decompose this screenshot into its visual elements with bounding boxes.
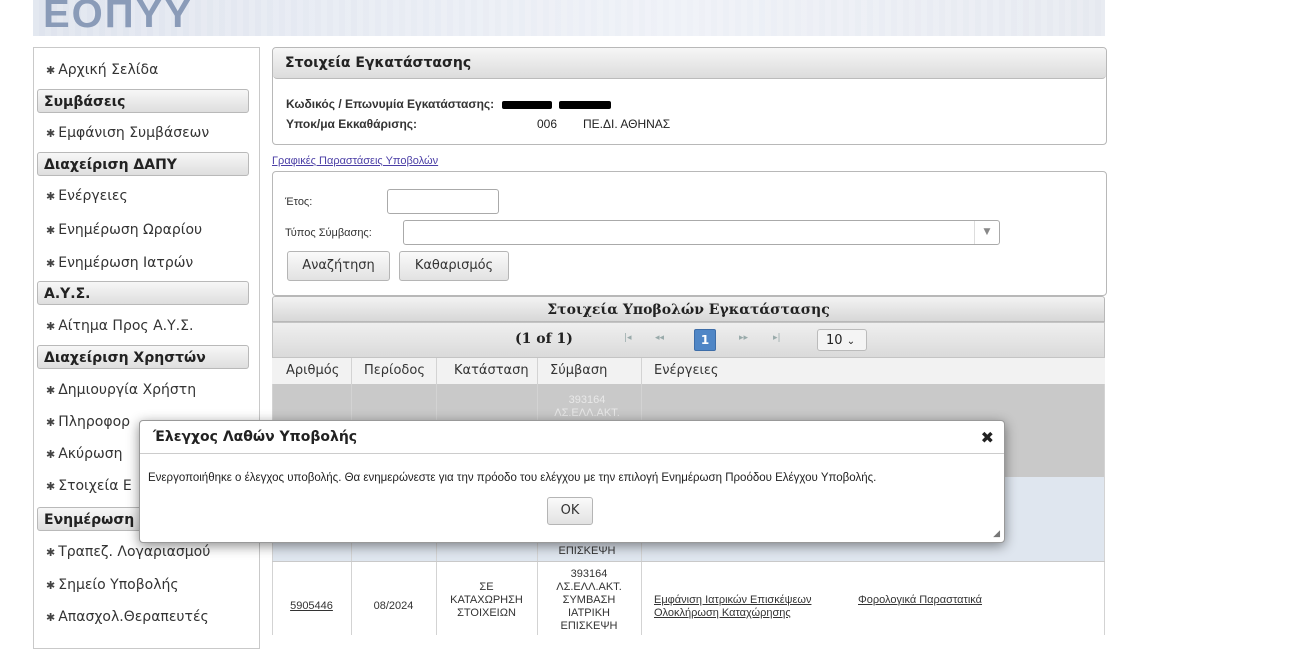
pager: (1 of 1) |◂ ◂◂ 1 ▸▸ ▸| 10 ⌄ xyxy=(272,322,1105,358)
logo: ΕΟΠΥΥ xyxy=(43,0,194,36)
sidebar-item-info[interactable]: ✱ Πληροφορ xyxy=(46,414,130,430)
facility-panel: Στοιχεία Εγκατάστασης Κωδικός / Επωνυμία… xyxy=(272,47,1107,145)
sidebar-item-cancel[interactable]: ✱ Ακύρωση xyxy=(46,446,123,462)
facility-panel-title: Στοιχεία Εγκατάστασης xyxy=(273,48,1106,79)
close-icon[interactable]: ✖ xyxy=(981,428,994,447)
sidebar-item-ays-request[interactable]: ✱ Αίτημα Προς Α.Υ.Σ. xyxy=(46,318,193,334)
sidebar-section-contracts[interactable]: Συμβάσεις xyxy=(37,89,249,113)
sidebar-section-users[interactable]: Διαχείριση Χρηστών xyxy=(37,345,249,369)
row3-period: 08/2024 xyxy=(373,600,414,612)
header-banner: ΕΟΠΥΥ xyxy=(33,0,1105,36)
dialog-title: Έλεγχος Λαθών Υποβολής xyxy=(140,421,1004,454)
row-divider xyxy=(272,561,1105,562)
gear-icon: ✱ xyxy=(46,64,56,77)
dept-name: ΠΕ.ΔΙ. ΑΘΗΝΑΣ xyxy=(583,117,671,131)
col-number[interactable]: Αριθμός xyxy=(286,363,339,378)
sidebar-item-create-user[interactable]: ✱ Δημιουργία Χρήστη xyxy=(46,382,196,398)
col-divider xyxy=(1104,384,1105,635)
charts-link[interactable]: Γραφικές Παραστάσεις Υποβολών xyxy=(272,155,438,167)
sidebar: ✱ Αρχική Σελίδα Συμβάσεις ✱ Εμφάνιση Συμβά… xyxy=(33,47,260,649)
row3-number[interactable]: 5905446 xyxy=(272,600,351,613)
gear-icon: ✱ xyxy=(46,224,56,237)
sidebar-item-submission-point[interactable]: ✱ Σημείο Υποβολής xyxy=(46,577,179,593)
chevron-down-icon: ⌄ xyxy=(846,336,856,347)
sidebar-section-dapy[interactable]: Διαχείριση ΔΑΠΥ xyxy=(37,152,249,176)
gear-icon: ✱ xyxy=(46,416,56,429)
grid-title: Στοιχεία Υποβολών Εγκατάστασης xyxy=(272,296,1105,322)
clear-button[interactable]: Καθαρισμός xyxy=(399,251,509,281)
col-contract[interactable]: Σύμβαση xyxy=(550,363,607,378)
gear-icon: ✱ xyxy=(46,190,56,203)
chevron-down-icon[interactable]: ▼ xyxy=(974,221,999,244)
gear-icon: ✱ xyxy=(46,611,56,624)
gear-icon: ✱ xyxy=(46,579,56,592)
year-label: Έτος: xyxy=(285,196,313,208)
banner-pattern xyxy=(33,0,1105,36)
complete-entry-link[interactable]: Ολοκλήρωση Καταχώρησης xyxy=(654,607,791,619)
contract-type-label: Τύπος Σύμβασης: xyxy=(285,227,372,239)
first-page-icon[interactable]: |◂ xyxy=(624,333,632,343)
gear-icon: ✱ xyxy=(46,546,56,559)
sidebar-item-doctors[interactable]: ✱ Ενημέρωση Ιατρών xyxy=(46,255,193,271)
prev-page-icon[interactable]: ◂◂ xyxy=(655,333,664,343)
col-actions: Ενέργειες xyxy=(654,363,719,378)
table-header: Αριθμός Περίοδος Κατάσταση Σύμβαση Ενέργ… xyxy=(272,358,1105,385)
resize-handle-icon[interactable]: ◢ xyxy=(993,529,1000,539)
row3-status: ΣΕ ΚΑΤΑΧΩΡΗΣΗ ΣΤΟΙΧΕΙΩΝ xyxy=(450,581,523,619)
sidebar-item-therapists[interactable]: ✱ Απασχολ.Θεραπευτές xyxy=(46,609,209,625)
contract-type-select[interactable]: ▼ xyxy=(403,220,1000,245)
sidebar-section-ays[interactable]: Α.Υ.Σ. xyxy=(37,281,249,305)
col-status[interactable]: Κατάσταση xyxy=(454,363,529,378)
row2-contract: ΕΠΙΣΚΕΨΗ xyxy=(558,545,616,557)
gear-icon: ✱ xyxy=(46,257,56,270)
row3-contract: 393164 ΛΣ.ΕΛΛ.ΑΚΤ. ΣΥΜΒΑΣΗ ΙΑΤΡΙΚΗ ΕΠΙΣΚ… xyxy=(556,568,622,632)
gear-icon: ✱ xyxy=(46,480,56,493)
gear-icon: ✱ xyxy=(46,448,56,461)
row1-contract: 393164 ΛΣ.ΕΛΛ.ΑΚΤ. xyxy=(554,394,620,419)
sidebar-item-bank-account[interactable]: ✱ Τραπεζ. Λογαριασμού xyxy=(46,544,210,560)
gear-icon: ✱ xyxy=(46,127,56,140)
last-page-icon[interactable]: ▸| xyxy=(773,333,781,343)
redacted-name xyxy=(558,100,611,109)
gear-icon: ✱ xyxy=(46,384,56,397)
facility-dept-row: Υποκ/μα Εκκαθάρισης: xyxy=(286,117,418,131)
sidebar-item-show-contracts[interactable]: ✱ Εμφάνιση Συμβάσεων xyxy=(46,125,209,141)
sidebar-item-details[interactable]: ✱ Στοιχεία Ε xyxy=(46,478,132,494)
page-size-select[interactable]: 10 ⌄ xyxy=(817,329,867,351)
dept-code: 006 xyxy=(537,117,558,131)
sidebar-item-schedule[interactable]: ✱ Ενημέρωση Ωραρίου xyxy=(46,222,202,238)
error-check-dialog: Έλεγχος Λαθών Υποβολής ✖ Ενεργοποιήθηκε … xyxy=(139,420,1005,543)
gear-icon: ✱ xyxy=(46,320,56,333)
show-visits-link[interactable]: Εμφάνιση Ιατρικών Επισκέψεων xyxy=(654,594,811,606)
search-button[interactable]: Αναζήτηση xyxy=(287,251,390,281)
pager-text: (1 of 1) xyxy=(515,331,573,347)
ok-button[interactable]: OK xyxy=(547,497,593,525)
sidebar-item-actions[interactable]: ✱ Ενέργειες xyxy=(46,188,128,204)
col-period[interactable]: Περίοδος xyxy=(364,363,425,378)
facility-code-row: Κωδικός / Επωνυμία Εγκατάστασης: xyxy=(286,97,611,111)
current-page-button[interactable]: 1 xyxy=(694,329,716,351)
redacted-code xyxy=(501,100,552,109)
tax-docs-link[interactable]: Φορολογικά Παραστατικά xyxy=(858,594,982,606)
dialog-message: Ενεργοποιήθηκε ο έλεγχος υποβολής. Θα εν… xyxy=(148,472,877,484)
next-page-icon[interactable]: ▸▸ xyxy=(739,333,748,343)
search-panel: Έτος: Τύπος Σύμβασης: ▼ Αναζήτηση Καθαρι… xyxy=(272,171,1107,296)
sidebar-item-home[interactable]: ✱ Αρχική Σελίδα xyxy=(46,62,158,78)
year-input[interactable] xyxy=(387,189,499,214)
